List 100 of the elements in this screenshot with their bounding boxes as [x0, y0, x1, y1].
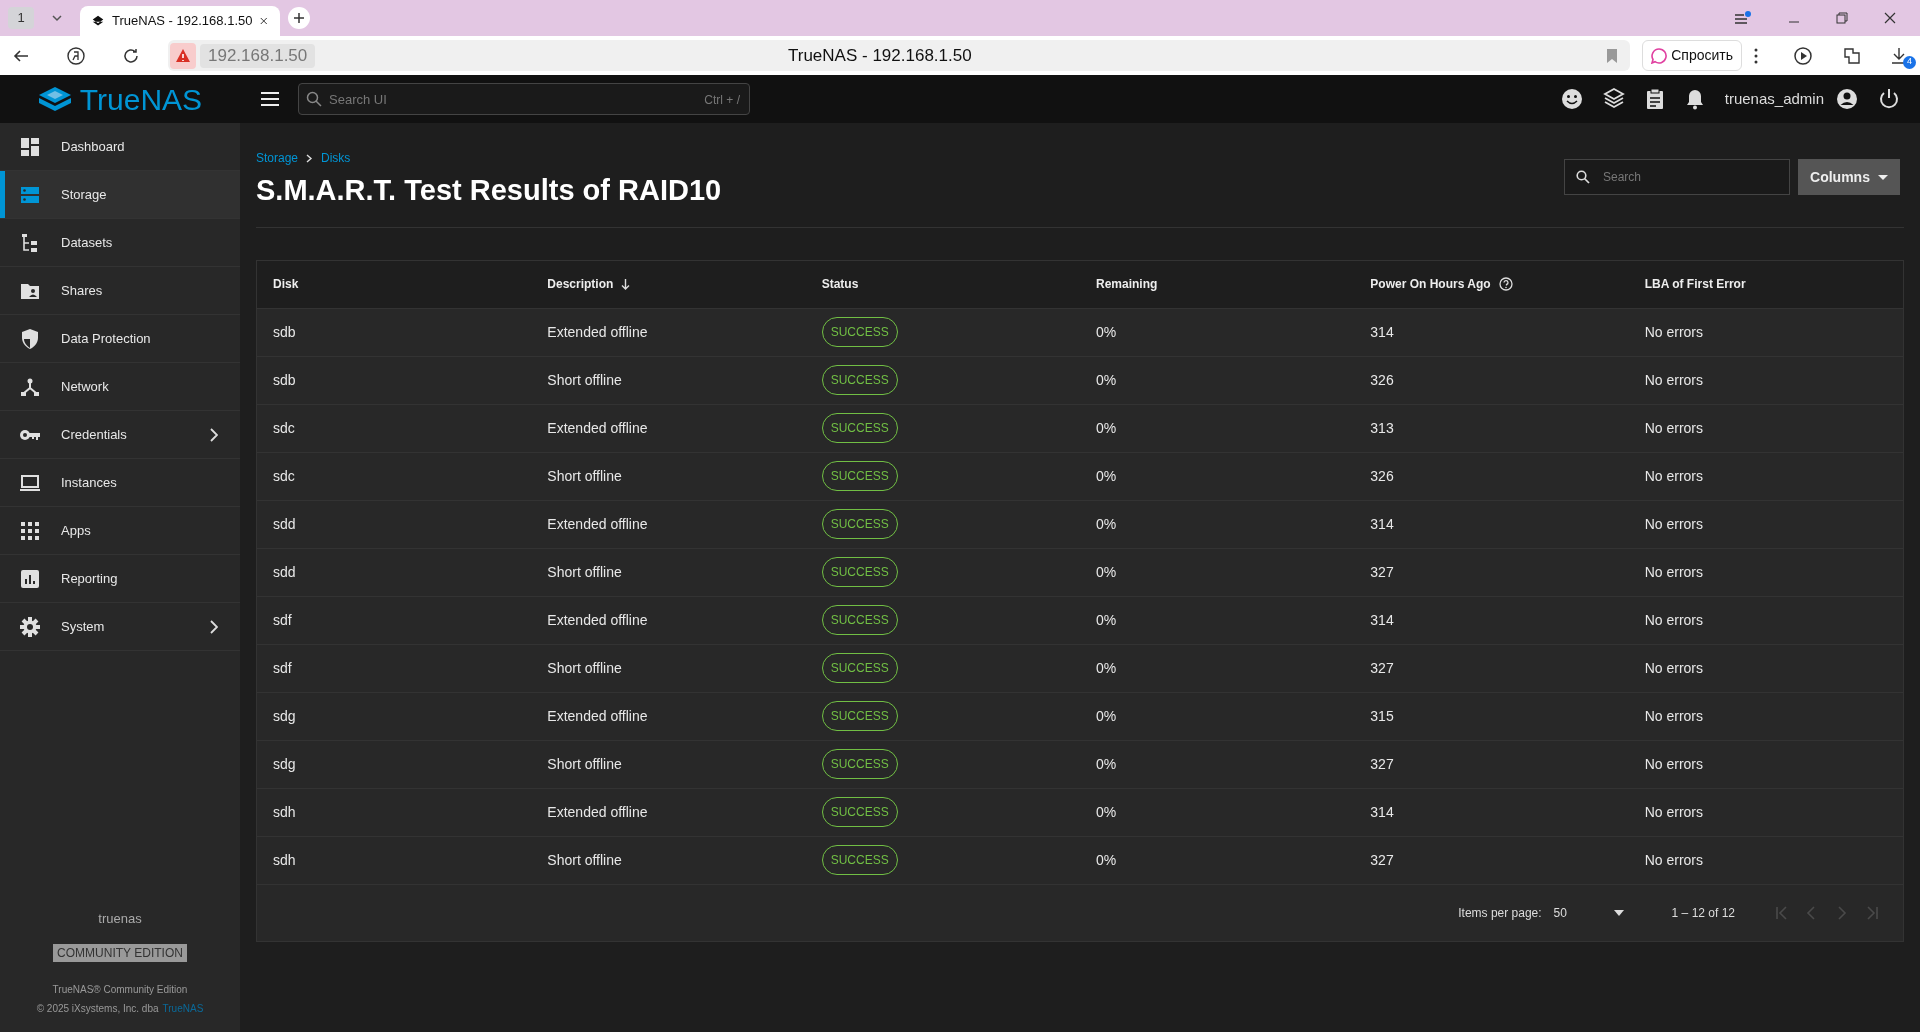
table-cell: Short offline [547, 372, 622, 388]
table-cell: Extended offline [547, 612, 648, 628]
table-cell: Short offline [547, 564, 622, 580]
breadcrumb-link[interactable]: Disks [321, 149, 351, 167]
caret-icon [1877, 174, 1888, 180]
table-cell: sdg [273, 708, 296, 724]
table-cell: sdf [273, 612, 292, 628]
chevron-right-icon [210, 619, 218, 634]
table-cell: Short offline [547, 756, 622, 772]
table-cell: 0% [1096, 564, 1117, 580]
smiley-icon[interactable] [1560, 88, 1583, 110]
tab-counter[interactable]: 1 [8, 7, 34, 29]
table-cell: No errors [1644, 708, 1703, 724]
browser-logo-icon[interactable] [66, 45, 86, 66]
column-header[interactable]: Description [547, 275, 614, 293]
sidebar-item[interactable]: Apps [0, 507, 240, 555]
table-cell: 0% [1096, 708, 1117, 724]
table-cell: 0% [1096, 420, 1117, 436]
shortcut-hint: Ctrl + / [704, 92, 740, 109]
chevron-right-icon [306, 153, 314, 163]
browser-tab[interactable]: TrueNAS - 192.168.1.50 [80, 6, 280, 36]
chart-icon [19, 567, 41, 590]
table-cell: 326 [1370, 468, 1394, 484]
tab-title: TrueNAS - 192.168.1.50 [112, 12, 253, 31]
table-cell: sdh [273, 852, 296, 868]
column-header[interactable]: Remaining [1096, 275, 1158, 293]
url-text: 192.168.1.50 [200, 43, 316, 68]
table-cell: No errors [1644, 516, 1703, 532]
sort-arrow-icon[interactable] [621, 278, 631, 290]
table-cell: 0% [1096, 756, 1117, 772]
caret-icon [1613, 909, 1624, 916]
table-cell: sdb [273, 372, 296, 388]
layers-icon[interactable] [1602, 88, 1625, 110]
page-size-select[interactable]: 50 [1553, 903, 1624, 922]
play-icon[interactable] [1794, 45, 1814, 66]
sidebar-item[interactable]: Data Protection [0, 315, 240, 363]
dashboard-icon [19, 135, 41, 158]
table-cell: sdh [273, 804, 296, 820]
table-cell: No errors [1644, 852, 1703, 868]
table-cell: Short offline [547, 660, 622, 676]
table-cell: 327 [1370, 660, 1394, 676]
reload-icon[interactable] [122, 46, 140, 65]
table-cell: No errors [1644, 372, 1703, 388]
logo-icon [37, 86, 72, 112]
column-header[interactable]: Disk [273, 275, 299, 293]
table-cell: 327 [1370, 756, 1394, 772]
username[interactable]: truenas_admin [1724, 87, 1824, 111]
menu-icon[interactable] [260, 91, 280, 107]
page-title: S.M.A.R.T. Test Results of RAID10 [256, 173, 722, 208]
table-cell: Extended offline [547, 516, 648, 532]
sidebar-item[interactable]: Reporting [0, 555, 240, 603]
extensions-icon[interactable] [1842, 45, 1862, 66]
close-icon[interactable] [260, 16, 268, 26]
warning-icon[interactable] [170, 42, 196, 69]
sidebar-item[interactable]: Storage [0, 171, 240, 219]
copyright-text: © 2025 iXsystems, Inc. dba [36, 1002, 159, 1016]
columns-button[interactable]: Columns [1798, 159, 1900, 195]
tab-list-icon[interactable] [1734, 11, 1752, 25]
sidebar-item[interactable]: Datasets [0, 219, 240, 267]
table-cell: No errors [1644, 660, 1703, 676]
table-cell: No errors [1644, 612, 1703, 628]
table-cell: 0% [1096, 852, 1117, 868]
bell-icon[interactable] [1684, 88, 1705, 110]
page-range: 1 – 12 of 12 [1671, 904, 1735, 922]
sidebar-item[interactable]: System [0, 603, 240, 651]
new-tab-icon[interactable] [288, 7, 310, 29]
table-cell: 315 [1370, 708, 1394, 724]
column-header[interactable]: Power On Hours Ago [1370, 275, 1491, 293]
table-cell: No errors [1644, 756, 1703, 772]
close-icon[interactable] [1884, 12, 1896, 24]
restore-icon[interactable] [1836, 12, 1848, 24]
shield-icon [19, 327, 41, 350]
more-icon[interactable] [1754, 47, 1758, 64]
table-cell: 314 [1370, 324, 1394, 340]
search-icon [1576, 170, 1590, 184]
table-cell: sdd [273, 516, 296, 532]
sidebar-item[interactable]: Network [0, 363, 240, 411]
breadcrumb-link[interactable]: Storage [256, 149, 299, 167]
search-field[interactable]: Search [1564, 159, 1790, 195]
table-cell: Short offline [547, 852, 622, 868]
power-icon[interactable] [1878, 88, 1900, 110]
chevron-right-icon [210, 427, 218, 442]
hostname: truenas [98, 909, 142, 928]
sidebar-item[interactable]: Instances [0, 459, 240, 507]
clipboard-icon[interactable] [1644, 88, 1665, 110]
table-cell: Extended offline [547, 324, 648, 340]
table-cell: No errors [1644, 564, 1703, 580]
sidebar-item[interactable]: Credentials [0, 411, 240, 459]
address-bar[interactable]: 192.168.1.50 TrueNAS - 192.168.1.50 [168, 40, 1631, 71]
table-cell: 327 [1370, 564, 1394, 580]
column-header[interactable]: Status [821, 275, 859, 293]
table-cell: 327 [1370, 852, 1394, 868]
sidebar-item[interactable]: Shares [0, 267, 240, 315]
help-icon[interactable] [1498, 277, 1513, 291]
table-cell: No errors [1644, 804, 1703, 820]
table-cell: sdc [273, 420, 295, 436]
account-icon[interactable] [1836, 88, 1858, 110]
ask-button[interactable]: Спросить [1642, 40, 1742, 71]
table-cell: sdd [273, 564, 296, 580]
column-header[interactable]: LBA of First Error [1644, 275, 1746, 293]
